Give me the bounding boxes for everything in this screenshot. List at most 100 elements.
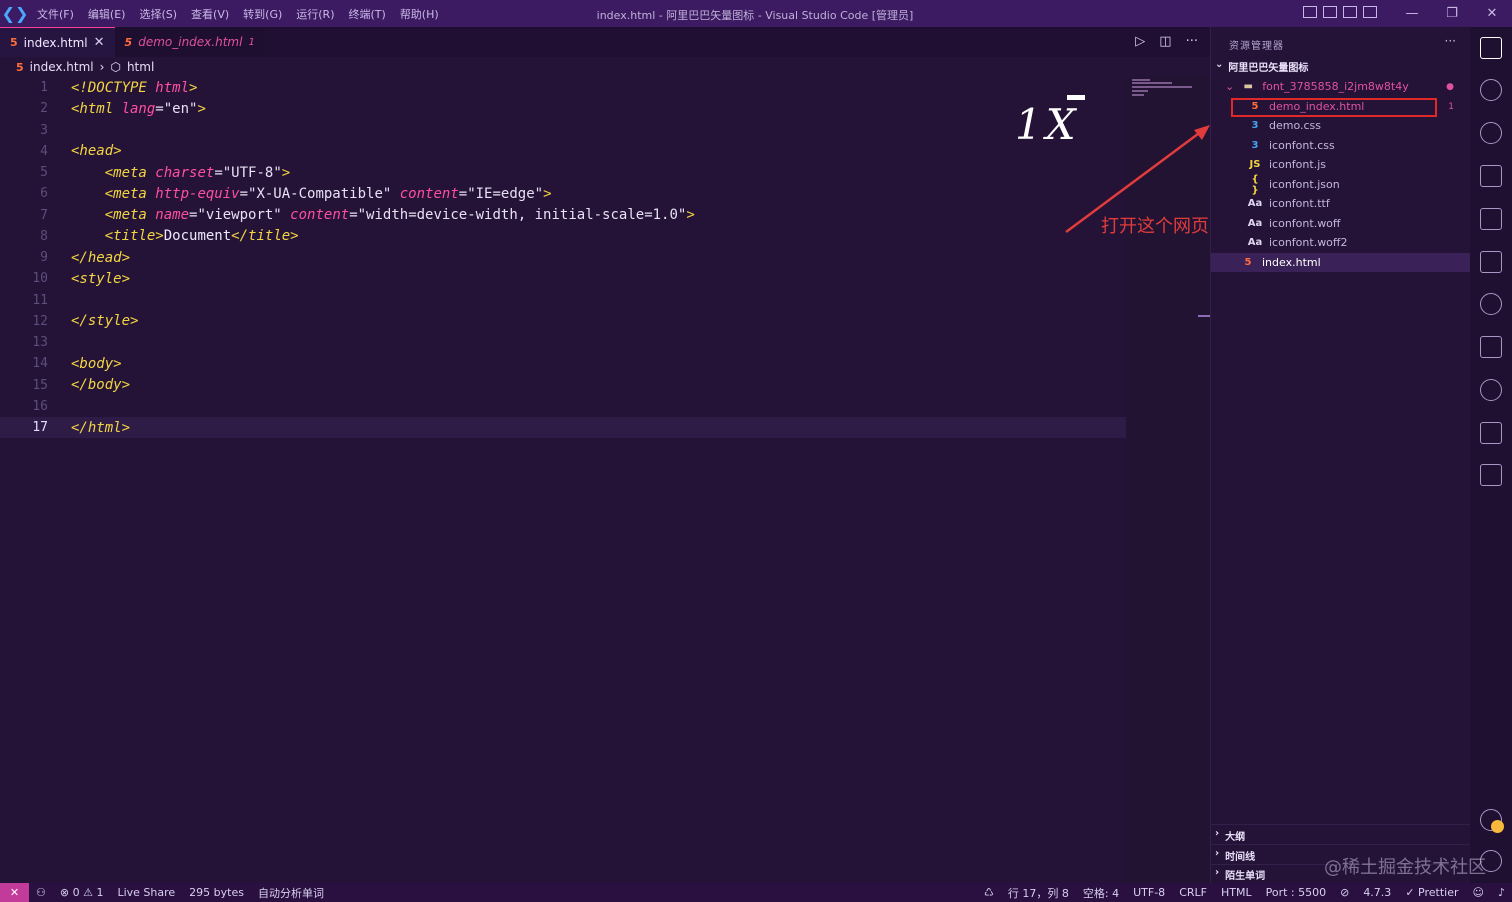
file-label: iconfont.js	[1269, 158, 1326, 171]
timeline-section[interactable]: › 时间线	[1215, 848, 1255, 863]
remote-indicator-icon[interactable]: ✕	[0, 883, 29, 902]
menu-go[interactable]: 转到(G)	[236, 6, 289, 22]
code-line[interactable]: 12 </style>	[0, 311, 1126, 332]
menu-file[interactable]: 文件(F)	[30, 6, 81, 22]
live-share-icon[interactable]	[1480, 293, 1502, 315]
extensions-icon[interactable]	[1480, 208, 1502, 230]
tree-file-iconfont-ttf[interactable]: Aa iconfont.ttf	[1211, 194, 1470, 213]
code-token: html	[155, 79, 190, 96]
file-label: iconfont.woff	[1269, 217, 1341, 230]
breadcrumb-symbol[interactable]: html	[127, 60, 154, 74]
toggle-panel-icon[interactable]	[1323, 6, 1337, 18]
status-live-share[interactable]: Live Share	[110, 886, 182, 899]
code-editor[interactable]: 1 <!DOCTYPE html> 2 <html lang="en"> 3 4 <head…	[0, 77, 1126, 883]
git-graph-icon[interactable]	[1480, 422, 1502, 444]
code-line[interactable]: 11	[0, 290, 1126, 311]
status-broadcast-icon[interactable]: ⊘	[1333, 886, 1356, 899]
accounts-icon[interactable]: ⚇	[29, 886, 53, 899]
tree-folder[interactable]: ⌄ ▬ font_3785858_i2jm8w8t4y ●	[1211, 77, 1470, 96]
unknown-words-section[interactable]: › 陌生单词	[1215, 867, 1265, 882]
file-label: iconfont.ttf	[1269, 197, 1330, 210]
status-problems[interactable]: ⊗ 0 ⚠ 1	[53, 886, 111, 899]
explorer-sidebar: 资源管理器 ··· ⌄ 阿里巴巴矢量图标 ⌄ ▬ font_3785858_i2…	[1210, 27, 1470, 883]
code-line[interactable]: 5 <meta charset="UTF-8">	[0, 162, 1126, 183]
more-actions-icon[interactable]: ···	[1445, 34, 1456, 48]
explorer-icon[interactable]	[1480, 37, 1502, 59]
status-eol[interactable]: CRLF	[1172, 886, 1214, 899]
code-line[interactable]: 13	[0, 332, 1126, 353]
search-icon[interactable]	[1480, 79, 1502, 101]
status-indentation[interactable]: 空格: 4	[1076, 885, 1126, 901]
code-line[interactable]: 4 <head>	[0, 141, 1126, 162]
menu-run[interactable]: 运行(R)	[289, 6, 341, 22]
line-number: 6	[40, 186, 48, 202]
menu-selection[interactable]: 选择(S)	[132, 6, 184, 22]
run-debug-icon[interactable]	[1480, 165, 1502, 187]
code-line[interactable]: 16	[0, 396, 1126, 417]
status-live-server[interactable]: Port : 5500	[1259, 886, 1334, 899]
code-line[interactable]: 2 <html lang="en">	[0, 98, 1126, 119]
outline-section[interactable]: › 大纲	[1215, 828, 1245, 843]
close-window-icon[interactable]: ✕	[1472, 0, 1512, 27]
menu-edit[interactable]: 编辑(E)	[81, 6, 133, 22]
source-control-icon[interactable]	[1480, 122, 1502, 144]
notifications-bell-icon[interactable]: ♪	[1491, 886, 1512, 899]
line-code: <html lang="en">	[71, 101, 206, 117]
status-sync-icon[interactable]: ♺	[977, 886, 1001, 899]
tree-file-iconfont-woff2[interactable]: Aa iconfont.woff2	[1211, 233, 1470, 252]
workspace-section-header[interactable]: ⌄ 阿里巴巴矢量图标	[1215, 59, 1308, 74]
tree-file-iconfont-js[interactable]: JS iconfont.js	[1211, 155, 1470, 174]
status-prettier[interactable]: ✓ Prettier	[1398, 886, 1465, 899]
close-tab-icon[interactable]: ✕	[94, 35, 105, 50]
customize-layout-icon[interactable]	[1363, 6, 1377, 18]
code-line[interactable]: 6 <meta http-equiv="X-UA-Compatible" con…	[0, 183, 1126, 204]
tab-index-html[interactable]: 5 index.html ✕	[0, 27, 115, 57]
remote-explorer-icon[interactable]	[1480, 251, 1502, 273]
code-line[interactable]: 10 <style>	[0, 268, 1126, 289]
line-code: <meta name="viewport" content="width=dev…	[71, 207, 695, 223]
site-watermark: @稀土掘金技术社区	[1324, 857, 1486, 878]
code-line[interactable]: 7 <meta name="viewport" content="width=d…	[0, 205, 1126, 226]
breadcrumb-file[interactable]: index.html	[30, 60, 94, 74]
tree-file-demo-css[interactable]: 3 demo.css	[1211, 116, 1470, 135]
code-line[interactable]: 15 </body>	[0, 375, 1126, 396]
chevron-down-icon: ⌄	[1215, 59, 1224, 70]
code-line[interactable]: 8 <title>Document</title>	[0, 226, 1126, 247]
terminal-icon[interactable]	[1480, 464, 1502, 486]
status-word-analysis[interactable]: 自动分析单词	[251, 885, 331, 901]
code-token: ="en"	[155, 100, 198, 117]
status-encoding[interactable]: UTF-8	[1126, 886, 1172, 899]
minimap-line	[1132, 94, 1144, 96]
menu-terminal[interactable]: 终端(T)	[342, 6, 393, 22]
restore-icon[interactable]: ❐	[1432, 0, 1472, 27]
tree-file-iconfont-woff[interactable]: Aa iconfont.woff	[1211, 214, 1470, 233]
minimap-line	[1132, 86, 1192, 88]
status-ts-version[interactable]: 4.7.3	[1356, 886, 1398, 899]
browser-icon[interactable]	[1480, 379, 1502, 401]
toggle-secondary-sidebar-icon[interactable]	[1343, 6, 1357, 18]
code-token: ="IE=edge"	[458, 185, 544, 202]
code-line[interactable]: 1 <!DOCTYPE html>	[0, 77, 1126, 98]
more-actions-icon[interactable]: ···	[1186, 34, 1198, 49]
menu-help[interactable]: 帮助(H)	[393, 6, 446, 22]
minimize-icon[interactable]: —	[1392, 0, 1432, 27]
tree-file-iconfont-css[interactable]: 3 iconfont.css	[1211, 136, 1470, 155]
code-line[interactable]: 9 </head>	[0, 247, 1126, 268]
feedback-icon[interactable]: ☺	[1466, 886, 1491, 899]
status-cursor-position[interactable]: 行 17，列 8	[1001, 885, 1076, 901]
divider	[1211, 844, 1470, 845]
tree-file-iconfont-json[interactable]: { } iconfont.json	[1211, 174, 1470, 196]
code-line[interactable]: 3	[0, 120, 1126, 141]
bookmarks-icon[interactable]	[1480, 336, 1502, 358]
code-line[interactable]: 14 <body>	[0, 353, 1126, 374]
code-token: name	[155, 207, 190, 223]
run-icon[interactable]: ▷	[1135, 34, 1145, 49]
split-editor-icon[interactable]: ◫	[1159, 34, 1171, 49]
toggle-sidebar-icon[interactable]	[1303, 6, 1317, 18]
code-line[interactable]: 17 </html>	[0, 417, 1126, 438]
tab-demo-index-html[interactable]: 5 demo_index.html 1	[114, 27, 265, 57]
html5-icon: 5	[10, 36, 18, 49]
status-language[interactable]: HTML	[1214, 886, 1259, 899]
tree-file-index-html[interactable]: 5 index.html	[1211, 253, 1470, 272]
menu-view[interactable]: 查看(V)	[184, 6, 236, 22]
